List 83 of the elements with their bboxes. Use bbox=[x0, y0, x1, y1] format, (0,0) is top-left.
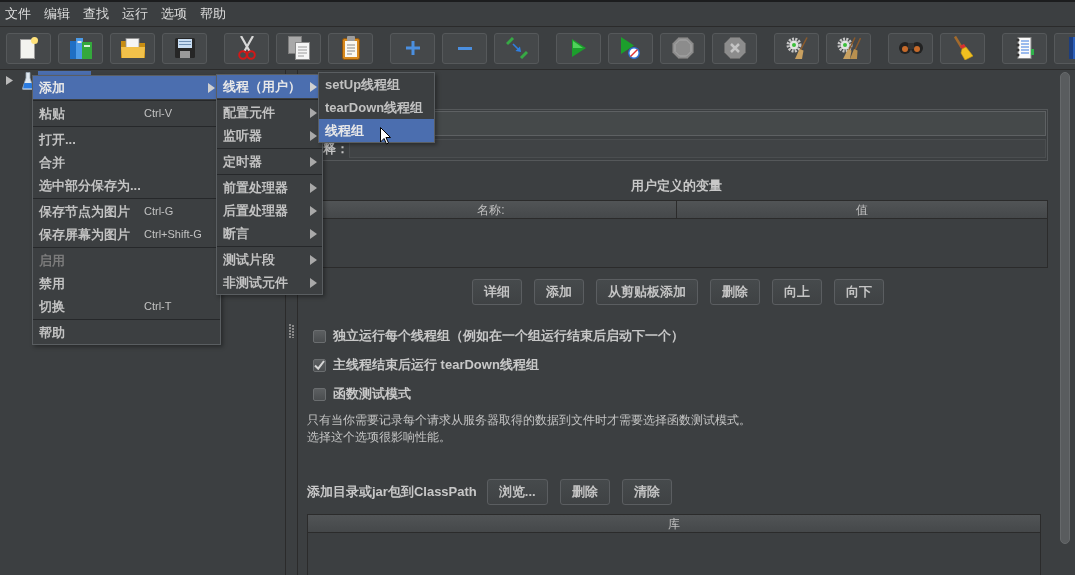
menu-item[interactable]: 线程组 bbox=[319, 119, 434, 142]
menu-item[interactable]: 配置元件 bbox=[217, 101, 322, 124]
menu-item[interactable]: 保存屏幕为图片 Ctrl+Shift-G bbox=[33, 223, 220, 246]
menu-bar-item[interactable]: 编辑 bbox=[44, 4, 70, 24]
clipboard-icon bbox=[341, 36, 360, 60]
comment-field[interactable] bbox=[349, 139, 1046, 158]
play-icon bbox=[571, 39, 586, 57]
button[interactable]: 向上 bbox=[771, 279, 822, 305]
folder-icon bbox=[120, 38, 145, 58]
button[interactable]: 从剪贴板添加 bbox=[595, 279, 698, 305]
toolbar-button[interactable] bbox=[556, 32, 601, 64]
menu-item[interactable]: tearDown线程组 bbox=[319, 96, 434, 119]
column-header[interactable]: 值 bbox=[677, 201, 1047, 218]
menu-item[interactable]: 定时器 bbox=[217, 150, 322, 173]
toolbar-button[interactable] bbox=[940, 32, 985, 64]
toolbar-button[interactable] bbox=[826, 32, 871, 64]
scissors-icon bbox=[237, 36, 256, 60]
menu-item[interactable]: setUp线程组 bbox=[319, 73, 434, 96]
books-icon bbox=[69, 37, 92, 59]
button[interactable]: 添加 bbox=[533, 279, 584, 305]
broom-icon bbox=[952, 36, 973, 60]
toolbar-button[interactable] bbox=[162, 32, 207, 64]
toolbar-button[interactable] bbox=[328, 32, 373, 64]
splitter-grip-icon bbox=[289, 324, 294, 338]
toolbar-button[interactable] bbox=[1002, 32, 1047, 64]
menu-item[interactable]: 帮助 bbox=[33, 321, 220, 344]
checkbox[interactable] bbox=[313, 329, 326, 343]
notepad-icon bbox=[1015, 37, 1034, 59]
menu-item[interactable]: 切换 Ctrl-T bbox=[33, 295, 220, 318]
toolbar-button[interactable] bbox=[110, 32, 155, 64]
play-no-sign-icon bbox=[621, 37, 640, 59]
toolbar-button[interactable] bbox=[712, 32, 757, 64]
option-label: 函数测试模式 bbox=[333, 385, 411, 404]
menu-item[interactable]: 保存节点为图片 Ctrl-G bbox=[33, 200, 220, 223]
menu-item[interactable]: 粘贴 Ctrl-V bbox=[33, 102, 220, 125]
option-label: 独立运行每个线程组（例如在一个组运行结束后启动下一个） bbox=[333, 327, 684, 346]
note-text: 选择这个选项很影响性能。 bbox=[307, 429, 452, 446]
button[interactable]: 删除 bbox=[709, 279, 760, 305]
menu-bar-item[interactable]: 帮助 bbox=[200, 4, 226, 24]
section-title: 用户定义的变量 bbox=[630, 178, 723, 194]
menu-item[interactable]: 监听器 bbox=[217, 124, 322, 147]
checkbox[interactable] bbox=[313, 387, 326, 401]
toolbar-button[interactable] bbox=[276, 32, 321, 64]
mouse-pointer-icon bbox=[380, 127, 391, 145]
button[interactable]: 浏览... bbox=[486, 479, 548, 505]
comment-label: 释： bbox=[323, 139, 349, 158]
minus-icon bbox=[457, 46, 472, 50]
menu-item[interactable]: 前置处理器 bbox=[217, 176, 322, 199]
column-header[interactable]: 库 bbox=[308, 515, 1040, 532]
menu-bar-item[interactable]: 文件 bbox=[5, 4, 31, 24]
gear-broom-icon bbox=[785, 37, 808, 59]
menu-item[interactable]: 断言 bbox=[217, 222, 322, 245]
menu-item[interactable]: 测试片段 bbox=[217, 248, 322, 271]
classpath-label: 添加目录或jar包到ClassPath bbox=[307, 483, 477, 502]
menu-item[interactable]: 非测试元件 bbox=[217, 271, 322, 294]
menu-item[interactable]: 合并 bbox=[33, 151, 220, 174]
copy-pages-icon bbox=[287, 36, 310, 60]
menu-bar-item[interactable]: 选项 bbox=[161, 4, 187, 24]
pens-arrow-icon bbox=[505, 37, 528, 59]
menu-item[interactable]: 禁用 bbox=[33, 272, 220, 295]
checkbox[interactable] bbox=[313, 358, 326, 372]
plus-icon bbox=[405, 41, 420, 55]
gear-brooms-icon bbox=[836, 37, 861, 59]
octagon-x-icon bbox=[723, 37, 746, 59]
stop-sign-icon bbox=[671, 37, 694, 59]
option-label: 主线程结束后运行 tearDown线程组 bbox=[333, 356, 539, 375]
scrollbar-thumb[interactable] bbox=[1060, 72, 1070, 544]
check-icon bbox=[314, 360, 325, 370]
button[interactable]: 清除 bbox=[621, 479, 672, 505]
binoculars-icon bbox=[898, 42, 923, 54]
button[interactable]: 删除 bbox=[559, 479, 610, 505]
button[interactable]: 向下 bbox=[833, 279, 884, 305]
menu-bar-item[interactable]: 查找 bbox=[83, 4, 109, 24]
document-icon bbox=[19, 37, 38, 59]
toolbar-button[interactable] bbox=[6, 32, 51, 64]
menu-item[interactable]: 打开... bbox=[33, 128, 220, 151]
button[interactable]: 详细 bbox=[471, 279, 522, 305]
menu-bar-item[interactable]: 运行 bbox=[122, 4, 148, 24]
toolbar-button[interactable] bbox=[224, 32, 269, 64]
note-text: 只有当你需要记录每个请求从服务器取得的数据到文件时才需要选择函数测试模式。 bbox=[307, 412, 752, 429]
toolbar-button[interactable] bbox=[608, 32, 653, 64]
menu-item[interactable]: 选中部分保存为... bbox=[33, 174, 220, 197]
toolbar-button[interactable] bbox=[774, 32, 819, 64]
